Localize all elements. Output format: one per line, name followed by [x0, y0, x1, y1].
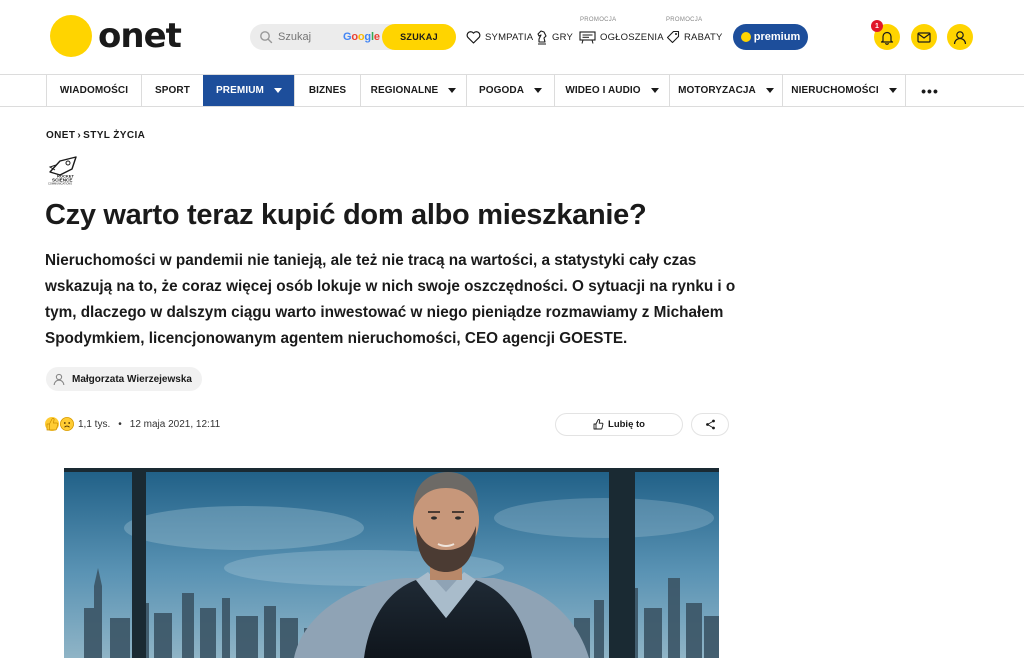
- nav-item-sport[interactable]: SPORT: [141, 75, 203, 106]
- svg-text:COMMUNICATIONS: COMMUNICATIONS: [48, 182, 72, 186]
- nav-item-wiadomosci[interactable]: WIADOMOŚCI: [46, 75, 141, 106]
- tag-icon: [666, 30, 680, 44]
- search-input[interactable]: [278, 28, 338, 46]
- author-chip[interactable]: Małgorzata Wierzejewska: [46, 367, 202, 391]
- nav-item-biznes[interactable]: BIZNES: [294, 75, 360, 106]
- chevron-down-icon: [448, 88, 457, 93]
- article-hero-image: [64, 468, 719, 658]
- like-label: Lubię to: [608, 419, 645, 430]
- logo-dot-icon: [50, 15, 92, 57]
- nav-item-label: MOTORYZACJA: [678, 85, 756, 96]
- premium-dot-icon: [740, 32, 751, 42]
- partner-logo[interactable]: ROCKET SCIENCE COMMUNICATIONS: [46, 155, 82, 185]
- heart-icon: [466, 30, 481, 44]
- breadcrumb-separator: ›: [77, 130, 82, 141]
- premium-label: premium: [753, 31, 801, 43]
- sad-face-reaction-icon[interactable]: [60, 417, 74, 431]
- onet-logo[interactable]: onet: [50, 15, 182, 57]
- article-meta: 1,1 tys. • 12 maja 2021, 12:11: [45, 416, 220, 432]
- toplink-gry[interactable]: GRY: [535, 28, 573, 46]
- share-button[interactable]: [691, 413, 729, 436]
- promo-label: PROMOCJA: [666, 17, 703, 23]
- nav-item-regionalne[interactable]: REGIONALNE: [360, 75, 466, 106]
- user-avatar-icon: [53, 373, 65, 386]
- nav-item-label: REGIONALNE: [370, 85, 439, 96]
- bell-icon: [880, 31, 894, 45]
- user-icon: [953, 30, 967, 44]
- nav-item-motoryzacja[interactable]: MOTORYZACJA: [669, 75, 782, 106]
- promo-label: PROMOCJA: [580, 17, 617, 23]
- chevron-down-icon: [765, 88, 774, 93]
- nav-item-wideo-i-audio[interactable]: WIDEO I AUDIO: [554, 75, 669, 106]
- article-lead: Nieruchomości w pandemii nie tanieją, al…: [45, 252, 736, 347]
- nav-item-label: WIADOMOŚCI: [59, 85, 129, 96]
- main-nav: WIADOMOŚCI SPORT PREMIUM BIZNES REGIONAL…: [0, 74, 1024, 107]
- article-title: Czy warto teraz kupić dom albo mieszkani…: [45, 199, 647, 231]
- notification-count-badge: 1: [871, 20, 883, 32]
- search-icon: [260, 31, 273, 44]
- google-brand-text: Google: [343, 31, 380, 43]
- like-button[interactable]: Lubię to: [555, 413, 683, 436]
- nav-item-pogoda[interactable]: POGODA: [466, 75, 554, 106]
- search-box: Google SZUKAJ: [250, 24, 456, 50]
- toplink-sympatia[interactable]: SYMPATIA: [466, 28, 533, 46]
- author-name: Małgorzata Wierzejewska: [72, 373, 192, 385]
- nav-more-button[interactable]: •••: [906, 75, 954, 106]
- nav-item-label: PREMIUM: [216, 85, 264, 96]
- chevron-down-icon: [273, 88, 282, 93]
- meta-separator: •: [118, 418, 122, 430]
- mail-button[interactable]: [911, 24, 937, 50]
- site-header: onet Google SZUKAJ SYMPATIA GRY PROMOCJA…: [0, 0, 1024, 74]
- toplink-label: GRY: [552, 31, 574, 43]
- breadcrumb-link-onet[interactable]: ONET: [46, 130, 75, 141]
- chevron-down-icon: [888, 88, 897, 93]
- breadcrumb-link-styl-zycia[interactable]: STYL ŻYCIA: [83, 130, 145, 141]
- reactions-count: 1,1 tys.: [78, 418, 111, 430]
- toplink-label: SYMPATIA: [485, 31, 534, 43]
- nav-item-premium[interactable]: PREMIUM: [203, 75, 294, 106]
- hero-photo-illustration: [64, 468, 719, 658]
- share-icon: [705, 419, 715, 430]
- logo-text: onet: [98, 16, 182, 56]
- premium-button[interactable]: premium: [733, 24, 808, 50]
- nav-item-label: BIZNES: [308, 85, 347, 96]
- nav-item-label: WIDEO I AUDIO: [565, 85, 641, 96]
- search-button[interactable]: SZUKAJ: [382, 24, 456, 50]
- chevron-down-icon: [534, 88, 543, 93]
- toplink-ogloszenia[interactable]: OGŁOSZENIA: [579, 28, 664, 46]
- nav-item-label: SPORT: [155, 85, 190, 96]
- breadcrumb: ONET › STYL ŻYCIA: [46, 130, 145, 141]
- thumbs-up-icon: [593, 419, 604, 430]
- chevron-down-icon: [650, 88, 659, 93]
- chess-knight-icon: [537, 29, 547, 45]
- classifieds-icon: [579, 30, 596, 44]
- nav-item-label: POGODA: [478, 85, 525, 96]
- thumbs-up-reaction-icon[interactable]: [45, 417, 59, 431]
- account-button[interactable]: [947, 24, 973, 50]
- mail-icon: [917, 31, 931, 43]
- publish-date: 12 maja 2021, 12:11: [129, 418, 221, 430]
- nav-item-nieruchomosci[interactable]: NIERUCHOMOŚCI: [782, 75, 906, 106]
- toplink-label: OGŁOSZENIA: [600, 31, 664, 43]
- toplink-rabaty[interactable]: RABATY: [666, 28, 723, 46]
- toplink-label: RABATY: [684, 31, 723, 43]
- nav-item-label: NIERUCHOMOŚCI: [791, 85, 879, 96]
